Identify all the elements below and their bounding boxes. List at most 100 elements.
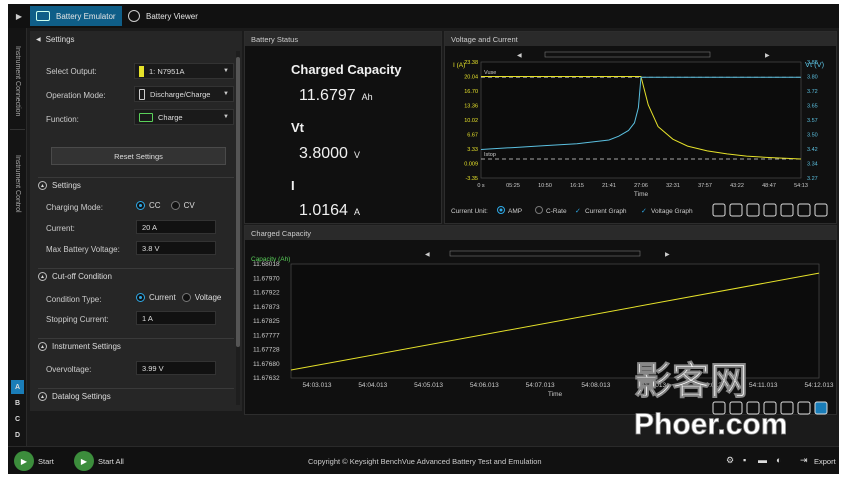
mode-cc-radio[interactable]: [136, 201, 145, 210]
x-axis-label: Time: [634, 191, 649, 198]
start-button[interactable]: ▶: [14, 451, 34, 471]
settings-header[interactable]: ◀ Settings: [30, 31, 242, 47]
y-tick-label: 11.68018: [253, 261, 280, 268]
amp-radio-dot: [499, 208, 503, 212]
cutoff-section-header[interactable]: ▲ Cut-off Condition: [38, 268, 234, 284]
y2-tick-label: 3.27: [807, 176, 818, 182]
settings-header-label: Settings: [45, 34, 75, 44]
range-right-arrow: ▶: [765, 53, 770, 59]
export-label[interactable]: Export: [814, 457, 836, 466]
x-tick-label: 37:57: [698, 183, 712, 189]
panel-title: Battery Status: [245, 32, 441, 46]
x-tick-label: 27:06: [634, 183, 648, 189]
menu-toggle-icon[interactable]: ▶: [8, 4, 30, 28]
folder-icon[interactable]: ▬: [758, 455, 767, 465]
tab-label: Battery Emulator: [56, 11, 116, 21]
slot-b-button[interactable]: B: [11, 396, 24, 410]
y-tick-label: 16.70: [464, 89, 478, 95]
fit-all-icon: [763, 401, 777, 415]
battery-icon: [36, 11, 50, 21]
vt-label: Vt: [291, 120, 304, 135]
save-icon[interactable]: ▪: [743, 455, 746, 465]
istop-annotation: Istop: [484, 152, 496, 158]
y2-tick-label: 3.34: [807, 162, 818, 168]
slot-a-button[interactable]: A: [11, 380, 24, 394]
charged-capacity-chart[interactable]: ◀ ▶Capacity (Ah)11.6801811.6797011.679221…: [245, 226, 838, 416]
mode-cv-radio[interactable]: [170, 201, 180, 210]
reset-settings-button[interactable]: Reset Settings: [51, 147, 226, 165]
datalog-section-header[interactable]: ▲ Datalog Settings: [38, 388, 234, 404]
y-tick-label: 11.67680: [253, 361, 280, 368]
side-tab-label: Instrument Connection: [14, 46, 21, 117]
x-tick-label: 54:07.013: [526, 382, 555, 389]
range-slider: [449, 250, 641, 257]
fit-all-icon: [763, 203, 777, 217]
stopping-current-input[interactable]: 1 A: [136, 311, 216, 325]
charged-capacity-value: 11.6797: [299, 87, 356, 104]
crate-radio: [535, 206, 543, 214]
x-tick-label: 54:13: [794, 183, 808, 189]
stopping-current-label: Stopping Current:: [46, 315, 109, 324]
y2-tick-label: 3.80: [807, 75, 818, 81]
x-tick-label: 54:06.013: [470, 382, 499, 389]
function-dropdown[interactable]: Charge ▼: [134, 109, 234, 125]
y-tick-label: 10.02: [464, 118, 478, 124]
current-value: 1.0164: [299, 202, 348, 219]
cond-voltage-label: Voltage: [194, 293, 222, 302]
y2-tick-label: 3.57: [807, 118, 818, 124]
slot-d-button[interactable]: D: [11, 428, 24, 442]
current-input[interactable]: 20 A: [136, 220, 216, 234]
fit-x-icon: [780, 203, 794, 217]
y-tick-label: 11.67873: [253, 304, 280, 311]
export-icon[interactable]: ⇥: [800, 455, 808, 466]
section-label: Instrument Settings: [52, 342, 121, 351]
chevron-left-icon: ◀: [36, 36, 41, 43]
document-icon: [128, 10, 140, 22]
collapse-icon: ▲: [38, 272, 47, 281]
operation-mode-value: Discharge/Charge: [150, 89, 211, 99]
x-tick-label: 16:15: [570, 183, 584, 189]
tab-battery-emulator[interactable]: Battery Emulator: [30, 6, 122, 26]
voltage-current-chart[interactable]: ◀ ▶I (A) Vt (V)23.3820.0416.7013.3610.026.…: [445, 32, 838, 225]
operation-mode-dropdown[interactable]: Discharge/Charge ▼: [134, 86, 234, 102]
section-label: Settings: [52, 181, 81, 190]
y-tick-label: 23.38: [464, 60, 478, 66]
charge-icon: [139, 112, 153, 122]
max-battery-voltage-input[interactable]: 3.8 V: [136, 241, 216, 255]
function-label: Function:: [46, 115, 79, 124]
fit-y-icon: [797, 203, 811, 217]
cond-voltage-radio[interactable]: [181, 293, 191, 302]
x-tick-label: 54:03.013: [303, 382, 332, 389]
side-strip: Instrument Connection Instrument Control…: [8, 28, 27, 450]
slot-c-button[interactable]: C: [11, 412, 24, 426]
current-unit-label: Current Unit:: [451, 208, 488, 215]
range-slider: [544, 51, 711, 58]
settings-scrollbar-thumb[interactable]: [236, 57, 240, 347]
range-left-arrow: ◀: [425, 252, 430, 258]
side-tab-label: Instrument Control: [14, 155, 21, 213]
side-tab-instrument-control[interactable]: Instrument Control: [10, 136, 25, 232]
settings-panel: ◀ Settings Select Output: 1: N7951A ▼ Op…: [30, 31, 242, 411]
tab-battery-viewer[interactable]: Battery Viewer: [122, 6, 218, 26]
copyright-text: Copyright © Keysight BenchVue Advanced B…: [308, 457, 542, 466]
x-tick-label: 54:09.013: [637, 382, 666, 389]
chevron-down-icon: ▼: [223, 114, 229, 120]
charged-capacity-label: Charged Capacity: [291, 62, 402, 77]
start-all-button[interactable]: ▶: [74, 451, 94, 471]
chevron-down-icon: ▼: [223, 91, 229, 97]
overvoltage-input[interactable]: 3.99 V: [136, 361, 216, 375]
select-output-dropdown[interactable]: 1: N7951A ▼: [134, 63, 234, 79]
current-label: I: [291, 178, 295, 193]
cond-current-radio[interactable]: [136, 293, 145, 302]
current-graph-checkbox: ✓: [575, 208, 581, 215]
help-icon[interactable]: ◐: [776, 455, 781, 465]
charged-capacity-readout: 11.6797 Ah: [299, 87, 373, 105]
cursor-icon: [814, 203, 828, 217]
crate-option-label: C-Rate: [546, 208, 567, 215]
zoom-in-icon: [729, 401, 743, 415]
x-tick-label: 54:11.013: [749, 382, 778, 389]
side-tab-instrument-connection[interactable]: Instrument Connection: [10, 34, 25, 130]
gear-icon[interactable]: ⚙: [726, 455, 734, 466]
settings-section-header[interactable]: ▲ Settings: [38, 177, 234, 193]
instrument-section-header[interactable]: ▲ Instrument Settings: [38, 338, 234, 354]
